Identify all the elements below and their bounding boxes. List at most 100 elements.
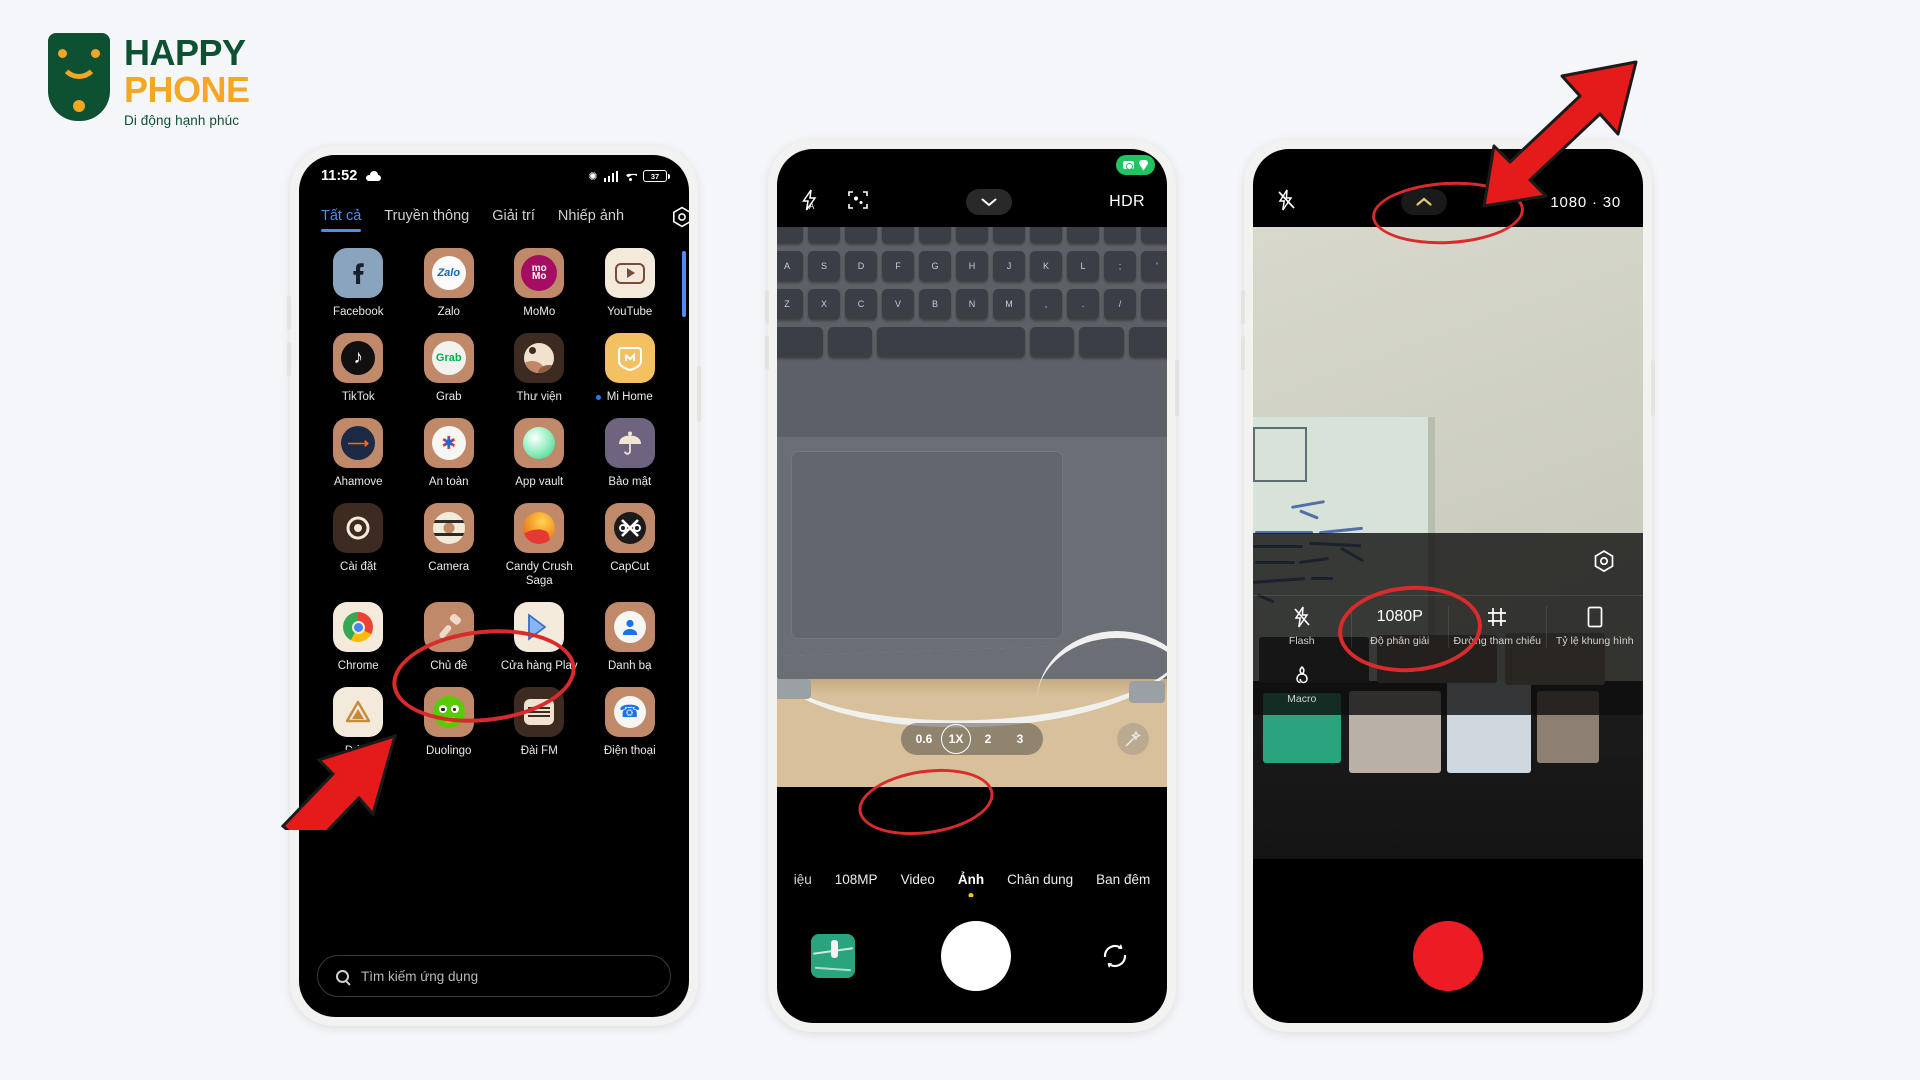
security-icon: ✱ ✱ bbox=[423, 418, 474, 469]
app-chrome[interactable]: Chrome bbox=[313, 602, 404, 673]
app-zalo[interactable]: Zalo Zalo bbox=[404, 248, 495, 319]
camera-viewfinder[interactable]: ASDF GHJK L; ' ZXCV BNM, . / 0.6 1X 2 3 bbox=[777, 227, 1167, 787]
app-label: Camera bbox=[428, 561, 470, 574]
volume-up-button[interactable] bbox=[1241, 290, 1245, 324]
app-chu-de[interactable]: Chủ đề bbox=[404, 602, 495, 673]
grid-icon bbox=[1486, 606, 1508, 628]
cable-end-left bbox=[777, 679, 811, 699]
magic-wand-icon[interactable] bbox=[1117, 723, 1149, 755]
volume-down-button[interactable] bbox=[287, 342, 291, 376]
gear-icon[interactable] bbox=[1591, 549, 1617, 580]
app-facebook[interactable]: Facebook bbox=[313, 248, 404, 319]
shutter-button[interactable] bbox=[941, 921, 1011, 991]
app-dai-fm[interactable]: Đài FM bbox=[494, 687, 585, 758]
volume-down-button[interactable] bbox=[1241, 336, 1245, 370]
app-label: TikTok bbox=[341, 391, 375, 404]
app-momo[interactable]: mo Mo MoMo bbox=[494, 248, 585, 319]
app-app-vault[interactable]: App vault bbox=[494, 418, 585, 489]
volume-up-button[interactable] bbox=[287, 296, 291, 330]
settings-row-1: Flash 1080P Độ phân giải Đường tham chiế… bbox=[1253, 595, 1643, 660]
zoom-selector[interactable]: 0.6 1X 2 3 bbox=[901, 723, 1043, 755]
mode-video[interactable]: Video bbox=[901, 872, 935, 887]
app-tiktok[interactable]: ♪ TikTok bbox=[313, 333, 404, 404]
app-mi-home[interactable]: Mi Home bbox=[585, 333, 676, 404]
volume-up-button[interactable] bbox=[765, 290, 769, 324]
momo-icon: mo Mo bbox=[514, 248, 565, 298]
phone2-screen: ASDF GHJK L; ' ZXCV BNM, . / 0.6 1X 2 3 … bbox=[777, 149, 1167, 1023]
app-grab[interactable]: Grab Grab bbox=[404, 333, 495, 404]
app-label: MoMo bbox=[523, 306, 556, 318]
app-ahamove[interactable]: ⟶ Ahamove bbox=[313, 418, 404, 489]
search-input[interactable]: Tìm kiếm ứng dụng bbox=[317, 955, 671, 997]
mode-tai-lieu[interactable]: iệu bbox=[794, 872, 812, 887]
setting-label: Đường tham chiếu bbox=[1453, 635, 1541, 647]
power-button[interactable] bbox=[1651, 360, 1655, 416]
mode-108mp[interactable]: 108MP bbox=[835, 872, 878, 887]
app-an-toan[interactable]: ✱ ✱ An toàn bbox=[404, 418, 495, 489]
app-danh-ba[interactable]: Danh bạ bbox=[585, 602, 676, 673]
app-play-store[interactable]: Cửa hàng Play bbox=[494, 602, 585, 673]
app-list-scrollbar[interactable] bbox=[682, 251, 686, 317]
youtube-icon bbox=[604, 248, 655, 298]
setting-gridlines[interactable]: Đường tham chiếu bbox=[1448, 606, 1546, 648]
ai-scene-detect-icon[interactable] bbox=[847, 189, 869, 216]
flip-camera-icon[interactable] bbox=[1097, 938, 1133, 974]
zoom-option-3[interactable]: 3 bbox=[1005, 724, 1035, 754]
camera-mode-selector[interactable]: iệu 108MP Video Ảnh Chân dung Ban đêm bbox=[777, 861, 1167, 897]
camera-controls bbox=[1253, 913, 1643, 999]
tab-nhiep-anh[interactable]: Nhiếp ảnh bbox=[558, 208, 624, 233]
brand-logo: HAPPY PHONE Di động hạnh phúc bbox=[48, 33, 250, 128]
status-bar: 11:52 ✺ 37 bbox=[299, 155, 689, 197]
app-label: Chrome bbox=[337, 660, 379, 673]
flash-off-icon[interactable] bbox=[1275, 189, 1297, 216]
camera-top-bar: A HDR bbox=[777, 149, 1167, 227]
power-button[interactable] bbox=[1175, 360, 1179, 416]
privacy-indicator bbox=[1116, 155, 1155, 175]
zoom-option-1x[interactable]: 1X bbox=[941, 724, 971, 754]
app-label: Bảo mật bbox=[608, 476, 652, 489]
zoom-option-06[interactable]: 0.6 bbox=[909, 724, 939, 754]
setting-flash[interactable]: Flash bbox=[1253, 606, 1351, 648]
gallery-thumbnail[interactable] bbox=[811, 934, 855, 978]
mode-anh[interactable]: Ảnh bbox=[958, 872, 984, 887]
settings-panel-header bbox=[1253, 533, 1643, 595]
app-cai-dat[interactable]: Cài đặt bbox=[313, 503, 404, 588]
brand-text: HAPPY PHONE Di động hạnh phúc bbox=[124, 33, 250, 128]
app-youtube[interactable]: YouTube bbox=[585, 248, 676, 319]
contacts-icon bbox=[604, 602, 655, 653]
status-bar-left: 11:52 bbox=[321, 168, 382, 184]
chevron-up-icon[interactable] bbox=[1400, 189, 1447, 215]
zoom-option-2[interactable]: 2 bbox=[973, 724, 1003, 754]
setting-resolution[interactable]: 1080P Độ phân giải bbox=[1350, 606, 1449, 648]
gallery-icon bbox=[514, 333, 565, 384]
setting-macro[interactable]: Macro bbox=[1253, 664, 1351, 706]
tab-giai-tri[interactable]: Giải trí bbox=[492, 208, 535, 233]
power-button[interactable] bbox=[697, 366, 701, 422]
chevron-down-icon[interactable] bbox=[966, 189, 1013, 215]
battery-icon: 37 bbox=[643, 170, 670, 182]
app-label: Grab bbox=[435, 391, 462, 404]
hdr-label[interactable]: HDR bbox=[1109, 193, 1145, 211]
phone-camera-video-settings: Flash 1080P Độ phân giải Đường tham chiế… bbox=[1241, 140, 1655, 1032]
happy-phone-bag-icon bbox=[48, 33, 110, 121]
gear-icon[interactable] bbox=[670, 205, 689, 229]
app-bao-mat[interactable]: Bảo mật bbox=[585, 418, 676, 489]
app-thu-vien[interactable]: Thư viện bbox=[494, 333, 585, 404]
app-capcut[interactable]: CapCut bbox=[585, 503, 676, 588]
settings-row-2: Macro bbox=[1253, 660, 1643, 716]
app-camera[interactable]: Camera bbox=[404, 503, 495, 588]
tab-truyen-thong[interactable]: Truyền thông bbox=[384, 208, 469, 233]
tab-tat-ca[interactable]: Tất cả bbox=[321, 208, 362, 233]
volume-down-button[interactable] bbox=[765, 336, 769, 370]
flash-auto-icon[interactable]: A bbox=[799, 189, 821, 216]
brand-name-line1: HAPPY bbox=[124, 32, 246, 73]
app-dien-thoai[interactable]: ☎ Điện thoại bbox=[585, 687, 676, 758]
record-button[interactable] bbox=[1413, 921, 1483, 991]
setting-aspect-ratio[interactable]: Tỷ lệ khung hình bbox=[1545, 606, 1644, 648]
mode-chan-dung[interactable]: Chân dung bbox=[1007, 872, 1073, 887]
app-candy-crush[interactable]: Candy Crush Saga bbox=[494, 503, 585, 588]
search-placeholder: Tìm kiếm ứng dụng bbox=[361, 968, 479, 984]
setting-value: 1080P bbox=[1376, 608, 1423, 625]
cloud-icon bbox=[366, 170, 382, 181]
mode-ban-dem[interactable]: Ban đêm bbox=[1096, 872, 1150, 887]
